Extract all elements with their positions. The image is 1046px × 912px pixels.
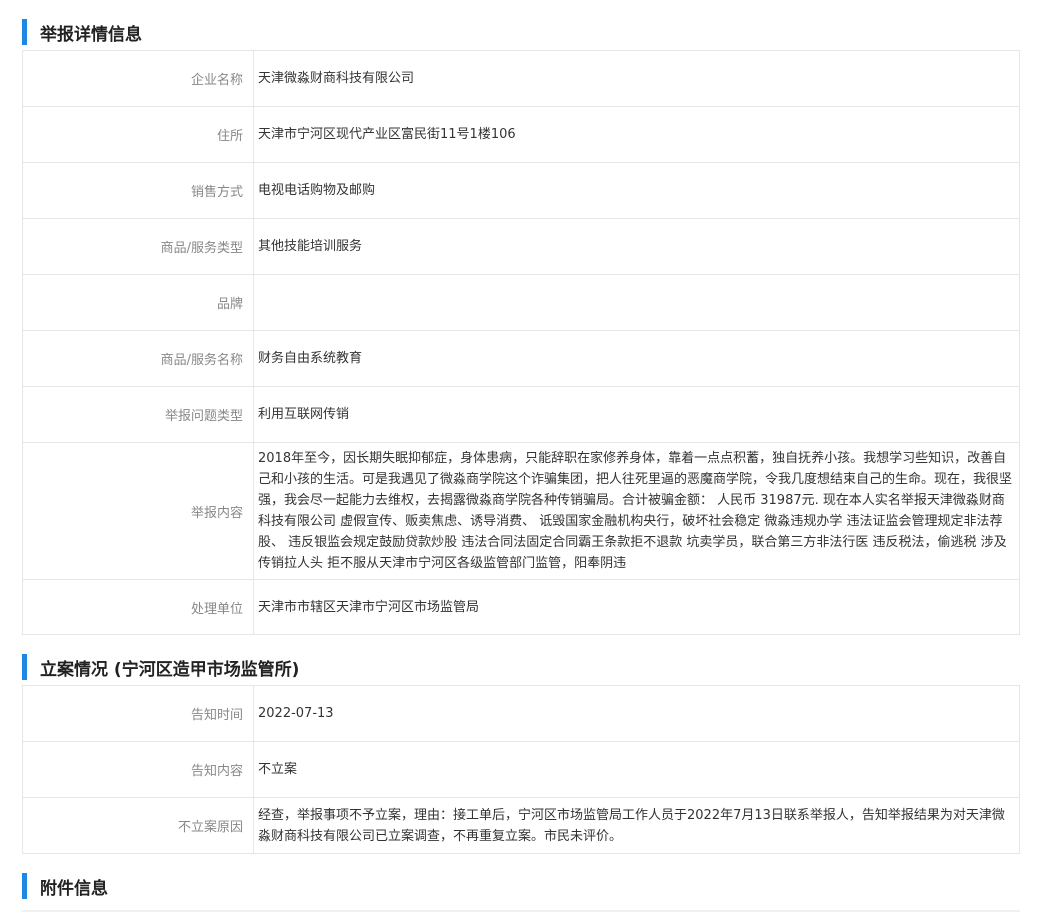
field-value-handling-unit: 天津市市辖区天津市宁河区市场监管局 [253,579,1020,635]
field-label: 住所 [22,106,254,163]
field-label: 不立案原因 [22,797,254,854]
section-accent-bar [22,654,27,680]
filing-table: 告知时间 2022-07-13 告知内容 不立案 不立案原因 经查，举报事项不予… [22,685,1020,854]
report-detail-table: 企业名称 天津微淼财商科技有限公司 住所 天津市宁河区现代产业区富民街11号1楼… [22,50,1020,635]
field-value-address: 天津市宁河区现代产业区富民街11号1楼106 [253,106,1020,163]
table-row: 商品/服务类型 其他技能培训服务 [22,218,1020,275]
field-label: 举报内容 [22,442,254,580]
field-value-issue-type: 利用互联网传销 [253,386,1020,443]
field-value-brand [253,274,1020,331]
field-value-report-content: 2018年至今，因长期失眠抑郁症，身体患病，只能辞职在家修养身体，靠着一点点积蓄… [253,442,1020,580]
section-accent-bar [22,19,27,45]
field-value-service-name: 财务自由系统教育 [253,330,1020,387]
table-row: 品牌 [22,274,1020,331]
table-row: 企业名称 天津微淼财商科技有限公司 [22,50,1020,107]
table-row: 不立案原因 经查，举报事项不予立案，理由：接工单后，宁河区市场监管局工作人员于2… [22,797,1020,854]
field-label: 商品/服务类型 [22,218,254,275]
table-row: 处理单位 天津市市辖区天津市宁河区市场监管局 [22,579,1020,635]
section-title: 附件信息 [40,878,108,899]
filing-section-header: 立案情况 (宁河区造甲市场监管所) [22,649,1046,685]
section-title: 举报详情信息 [40,24,142,45]
table-row: 告知时间 2022-07-13 [22,685,1020,742]
section-accent-bar [22,873,27,899]
table-row: 告知内容 不立案 [22,741,1020,798]
field-label: 处理单位 [22,579,254,635]
field-value-company-name: 天津微淼财商科技有限公司 [253,50,1020,107]
field-label: 品牌 [22,274,254,331]
field-label: 举报问题类型 [22,386,254,443]
field-label: 告知时间 [22,685,254,742]
field-label: 企业名称 [22,50,254,107]
field-label: 销售方式 [22,162,254,219]
attachments-section-header: 附件信息 [22,868,1046,904]
field-label: 告知内容 [22,741,254,798]
field-value-notice-content: 不立案 [253,741,1020,798]
field-value-notice-date: 2022-07-13 [253,685,1020,742]
table-row: 销售方式 电视电话购物及邮购 [22,162,1020,219]
field-value-service-type: 其他技能培训服务 [253,218,1020,275]
table-row: 住所 天津市宁河区现代产业区富民街11号1楼106 [22,106,1020,163]
table-row: 商品/服务名称 财务自由系统教育 [22,330,1020,387]
section-title: 立案情况 (宁河区造甲市场监管所) [40,659,300,680]
table-row: 举报内容 2018年至今，因长期失眠抑郁症，身体患病，只能辞职在家修养身体，靠着… [22,442,1020,580]
report-section-header: 举报详情信息 [22,14,1046,50]
field-value-non-filing-reason: 经查，举报事项不予立案，理由：接工单后，宁河区市场监管局工作人员于2022年7月… [253,797,1020,854]
field-value-sales-method: 电视电话购物及邮购 [253,162,1020,219]
table-row: 举报问题类型 利用互联网传销 [22,386,1020,443]
field-label: 商品/服务名称 [22,330,254,387]
